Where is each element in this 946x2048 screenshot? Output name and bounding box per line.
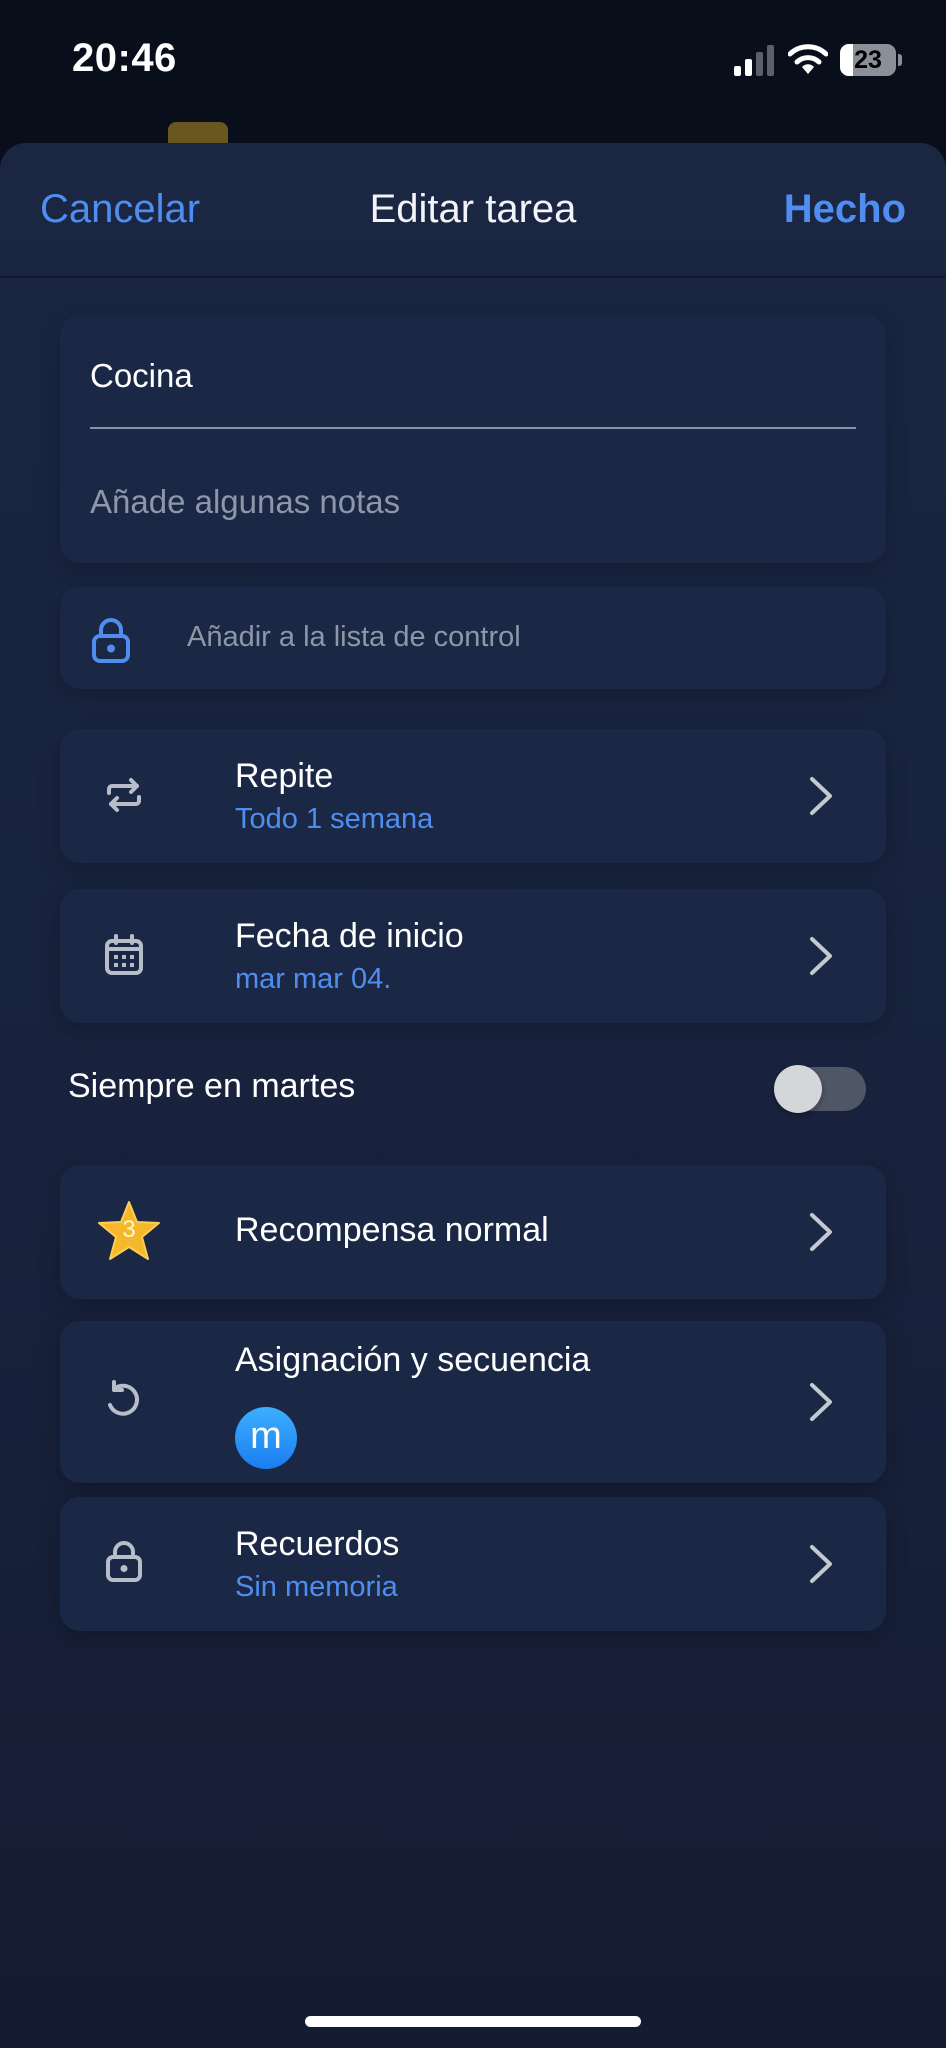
screen: 20:46 23 Editar tarea Cancelar Hecho Coc… — [0, 0, 946, 2048]
avatar: m — [235, 1407, 297, 1469]
calendar-icon — [105, 934, 143, 975]
chevron-right-icon — [810, 1213, 832, 1251]
start-date-value: mar mar 04. — [235, 963, 392, 995]
lock-icon — [92, 618, 130, 663]
always-on-row: Siempre en martes — [0, 1053, 946, 1125]
task-details-card: Cocina Añade algunas notas — [60, 315, 886, 563]
battery-body: 23 — [840, 44, 896, 76]
battery-cap — [898, 54, 902, 66]
start-date-row[interactable]: Fecha de inicio mar mar 04. — [60, 889, 886, 1023]
done-button[interactable]: Hecho — [784, 187, 906, 232]
reward-title: Recompensa normal — [235, 1211, 549, 1249]
always-on-label: Siempre en martes — [68, 1067, 356, 1105]
background-peek — [168, 122, 228, 144]
checklist-label: Añadir a la lista de control — [187, 621, 521, 653]
memory-value: Sin memoria — [235, 1571, 398, 1603]
chevron-right-icon — [810, 1545, 832, 1583]
start-date-title: Fecha de inicio — [235, 917, 464, 955]
task-title-input[interactable]: Cocina — [90, 357, 193, 395]
chevron-right-icon — [810, 777, 832, 815]
signal-icon — [734, 45, 774, 76]
lock-icon — [106, 1541, 142, 1582]
toggle-knob — [774, 1065, 822, 1113]
add-checklist-button[interactable]: Añadir a la lista de control — [60, 587, 886, 689]
title-divider — [90, 427, 856, 429]
battery-level: 23 — [854, 46, 882, 74]
repeat-row[interactable]: Repite Todo 1 semana — [60, 729, 886, 863]
chevron-right-icon — [810, 937, 832, 975]
wifi-icon — [788, 44, 828, 74]
repeat-title: Repite — [235, 757, 334, 795]
repeat-value: Todo 1 semana — [235, 803, 434, 835]
nav-bar: Editar tarea Cancelar Hecho — [0, 143, 946, 278]
chevron-right-icon — [810, 1383, 832, 1421]
assignment-row[interactable]: Asignación y secuencia m — [60, 1321, 886, 1483]
home-indicator[interactable] — [305, 2016, 641, 2027]
edit-task-sheet: Editar tarea Cancelar Hecho Cocina Añade… — [0, 143, 946, 2048]
status-time: 20:46 — [72, 36, 177, 80]
notes-input[interactable]: Añade algunas notas — [90, 483, 400, 521]
memory-row[interactable]: Recuerdos Sin memoria — [60, 1497, 886, 1631]
always-on-toggle[interactable] — [774, 1065, 866, 1113]
star-icon: 3 — [96, 1199, 162, 1263]
reward-row[interactable]: 3 Recompensa normal — [60, 1165, 886, 1299]
battery-icon: 23 — [840, 44, 902, 76]
cancel-button[interactable]: Cancelar — [40, 187, 200, 232]
memory-title: Recuerdos — [235, 1525, 400, 1563]
rotate-icon — [108, 1380, 139, 1416]
reward-stars: 3 — [122, 1216, 136, 1243]
status-bar: 20:46 23 — [0, 0, 946, 120]
repeat-icon — [107, 778, 141, 812]
assignment-title: Asignación y secuencia — [235, 1341, 591, 1379]
